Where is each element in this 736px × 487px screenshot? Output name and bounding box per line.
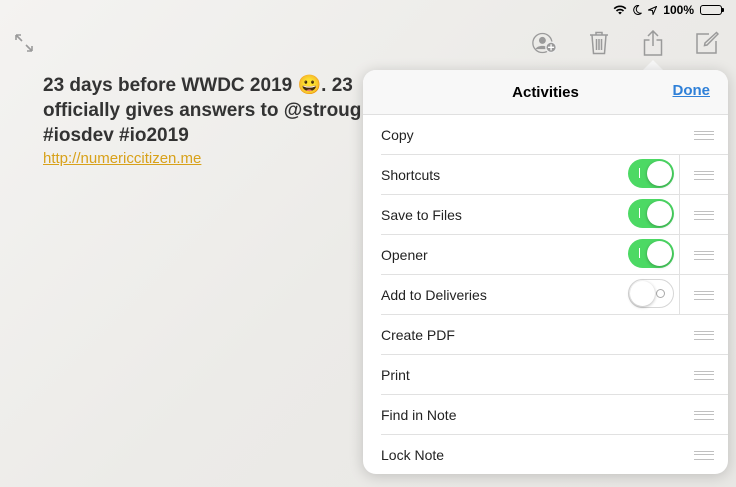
done-button[interactable]: Done [673,82,711,99]
battery-icon [700,5,724,15]
row-divider [679,155,680,194]
shortcuts-toggle[interactable] [628,159,674,188]
activity-row-copy[interactable]: Copy [381,115,728,155]
activity-row-add-to-deliveries[interactable]: Add to Deliveries [381,275,728,315]
compose-icon[interactable] [694,30,720,56]
collaborate-icon[interactable] [532,30,558,56]
activity-row-opener[interactable]: Opener [381,235,728,275]
popover-header: Activities Done [363,70,728,115]
add-to-deliveries-toggle[interactable] [628,279,674,308]
activity-row-create-pdf[interactable]: Create PDF [381,315,728,355]
opener-toggle[interactable] [628,239,674,268]
expand-icon[interactable] [14,33,34,58]
row-divider [679,275,680,314]
reorder-handle-icon[interactable] [694,371,714,380]
reorder-handle-icon[interactable] [694,251,714,260]
activity-label: Shortcuts [381,166,441,183]
activity-label: Create PDF [381,326,455,343]
save-to-files-toggle[interactable] [628,199,674,228]
activity-row-save-to-files[interactable]: Save to Files [381,195,728,235]
reorder-handle-icon[interactable] [694,291,714,300]
activity-row-print[interactable]: Print [381,355,728,395]
note-link[interactable]: http://numericcitizen.me [43,150,373,167]
note-body-text[interactable]: 23 days before WWDC 2019 😀. 23 officiall… [43,73,373,148]
popover-arrow [643,60,663,70]
popover-title: Activities [512,83,579,101]
location-icon [648,5,658,15]
activity-label: Opener [381,246,428,263]
trash-icon[interactable] [586,30,612,56]
activity-row-shortcuts[interactable]: Shortcuts [381,155,728,195]
note-content[interactable]: 23 days before WWDC 2019 😀. 23 officiall… [43,73,373,167]
activity-label: Add to Deliveries [381,286,487,303]
activity-label: Copy [381,126,414,143]
reorder-handle-icon[interactable] [694,451,714,460]
reorder-handle-icon[interactable] [694,171,714,180]
battery-percent: 100% [663,3,694,17]
share-icon[interactable] [640,30,666,56]
activities-popover: Activities Done Copy Shortcuts Save to F… [363,70,728,474]
activity-row-find-in-note[interactable]: Find in Note [381,395,728,435]
row-divider [679,235,680,274]
reorder-handle-icon[interactable] [694,211,714,220]
activity-label: Print [381,366,410,383]
reorder-handle-icon[interactable] [694,331,714,340]
activity-label: Save to Files [381,206,462,223]
note-toolbar [532,30,720,56]
wifi-icon [613,5,627,15]
moon-icon [633,5,643,15]
activity-label: Find in Note [381,406,457,423]
reorder-handle-icon[interactable] [694,131,714,140]
row-divider [679,195,680,234]
activity-label: Lock Note [381,446,445,463]
status-bar: 100% [0,0,736,20]
reorder-handle-icon[interactable] [694,411,714,420]
activity-row-lock-note[interactable]: Lock Note [381,435,728,474]
